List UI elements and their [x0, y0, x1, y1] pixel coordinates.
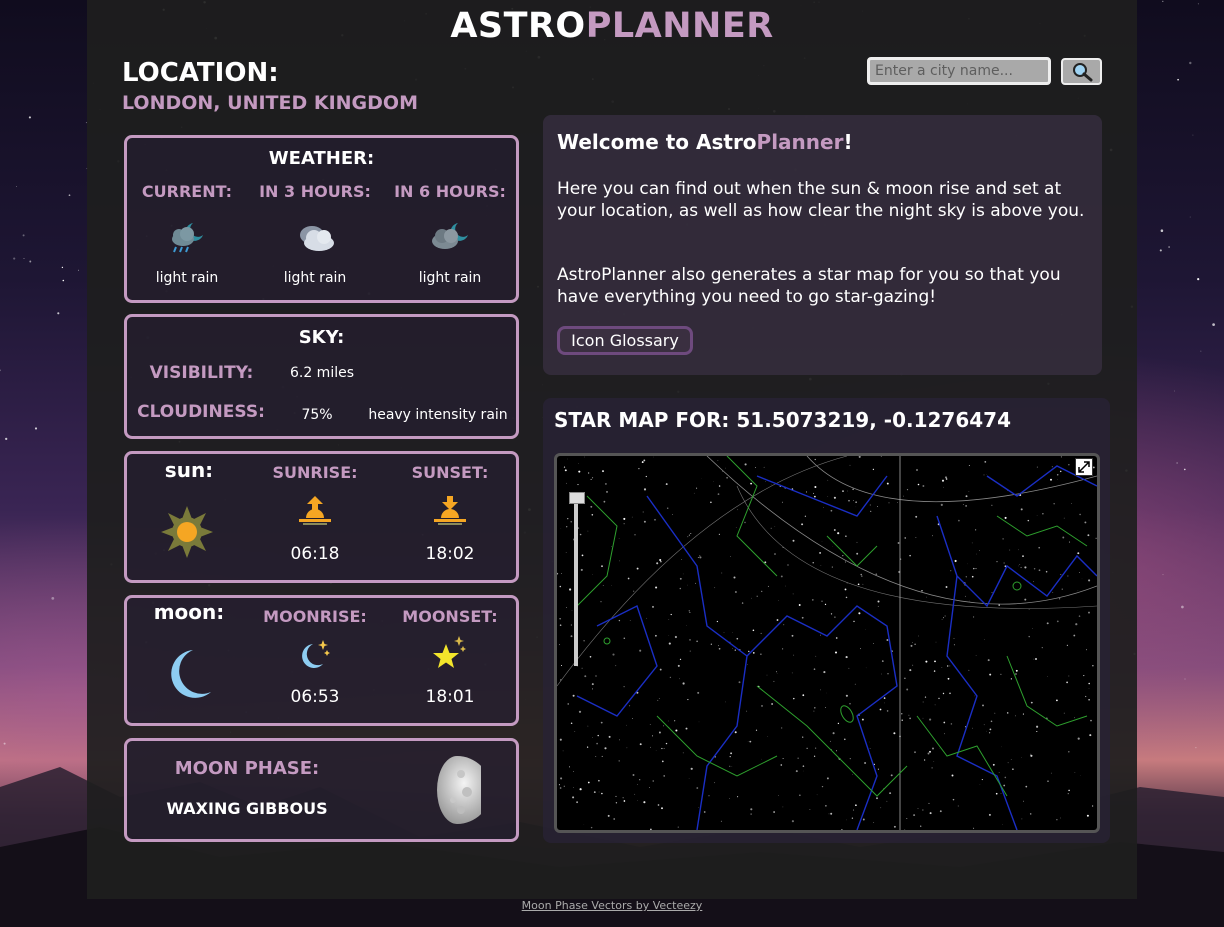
- weather-3h-desc: light rain: [283, 270, 347, 286]
- city-search-input[interactable]: [867, 57, 1051, 85]
- search-icon: [1072, 62, 1092, 81]
- fullscreen-icon: [1078, 461, 1090, 473]
- welcome-title-end: !: [843, 130, 853, 154]
- location-value: LONDON, UNITED KINGDOM: [122, 92, 418, 114]
- sky-heading: SKY:: [298, 327, 345, 348]
- welcome-title: Welcome to AstroPlanner!: [557, 130, 853, 154]
- welcome-paragraph-2: AstroPlanner also generates a star map f…: [557, 265, 1061, 307]
- zoom-slider-track[interactable]: [574, 504, 578, 666]
- sun-icon: [161, 506, 213, 558]
- footer-link[interactable]: Moon Phase Vectors by Vecteezy: [522, 899, 703, 912]
- cloudiness-label: CLOUDINESS:: [137, 402, 265, 422]
- app-title-astro: ASTRO: [450, 6, 586, 46]
- star-map-panel: STAR MAP FOR: 51.5073219, -0.1276474: [543, 398, 1110, 843]
- weather-3h-label: IN 3 HOURS:: [259, 182, 371, 201]
- visibility-value: 6.2 miles: [289, 365, 355, 381]
- star-map[interactable]: [554, 453, 1100, 833]
- search-button[interactable]: [1061, 58, 1102, 85]
- sun-card: sun: SUNRISE: SUNSET: 06:18 18:02: [124, 451, 519, 583]
- moonset-time: 18:01: [425, 687, 475, 707]
- sunrise-label: SUNRISE:: [272, 463, 358, 482]
- app-title-planner: PLANNER: [585, 6, 774, 46]
- moon-phase-icon: [437, 756, 481, 824]
- main-panel: ASTROPLANNER LOCATION: LONDON, UNITED KI…: [87, 0, 1137, 899]
- moon-phase-label: MOON PHASE:: [174, 758, 320, 779]
- moon-heading: moon:: [153, 600, 225, 624]
- weather-card: WEATHER: CURRENT: IN 3 HOURS: IN 6 HOURS…: [124, 135, 519, 303]
- sunrise-time: 06:18: [290, 544, 340, 564]
- sky-card: SKY: VISIBILITY: 6.2 miles CLOUDINESS: 7…: [124, 314, 519, 439]
- moonrise-time: 06:53: [290, 687, 340, 707]
- night-cloud-icon: [432, 223, 468, 249]
- star-map-title: STAR MAP FOR: 51.5073219, -0.1276474: [554, 408, 1011, 432]
- app-title: ASTROPLANNER: [87, 6, 1137, 46]
- crescent-moon-icon: [171, 650, 211, 698]
- moon-phase-value: WAXING GIBBOUS: [166, 799, 328, 818]
- moonset-icon: [433, 636, 466, 668]
- sunset-icon: [434, 496, 466, 525]
- icon-glossary-button[interactable]: Icon Glossary: [557, 326, 693, 355]
- welcome-panel: Welcome to AstroPlanner! Here you can fi…: [543, 115, 1102, 375]
- sky-description: heavy intensity rain: [368, 407, 508, 423]
- weather-current-desc: light rain: [155, 270, 219, 286]
- moonrise-icon: [302, 640, 330, 668]
- sunset-label: SUNSET:: [411, 463, 489, 482]
- moon-phase-card: MOON PHASE: WAXING GIBBOUS: [124, 738, 519, 842]
- welcome-title-planner: Planner: [756, 130, 844, 154]
- weather-6h-label: IN 6 HOURS:: [394, 182, 506, 201]
- fullscreen-button[interactable]: [1075, 458, 1093, 476]
- visibility-label: VISIBILITY:: [149, 363, 254, 383]
- weather-6h-desc: light rain: [418, 270, 482, 286]
- cloudiness-value: 75%: [301, 407, 333, 423]
- star-map-canvas[interactable]: [557, 456, 1097, 830]
- cloud-icon: [300, 226, 334, 251]
- moon-card: moon: MOONRISE: MOONSET: 06:53 18:01: [124, 595, 519, 726]
- sunset-time: 18:02: [425, 544, 475, 564]
- night-rain-cloud-icon: [172, 223, 203, 253]
- weather-heading: WEATHER:: [268, 148, 375, 169]
- moonset-label: MOONSET:: [402, 607, 498, 626]
- weather-current-label: CURRENT:: [141, 182, 233, 201]
- welcome-paragraph-1: Here you can find out when the sun & moo…: [557, 179, 1085, 221]
- sun-heading: sun:: [164, 458, 214, 482]
- welcome-title-part: Welcome to Astro: [557, 130, 757, 154]
- location-heading: LOCATION:: [122, 58, 279, 88]
- footer-credit[interactable]: Moon Phase Vectors by Vecteezy: [0, 899, 1224, 912]
- sunrise-icon: [299, 496, 331, 525]
- zoom-out-handle[interactable]: [569, 492, 585, 504]
- moonrise-label: MOONRISE:: [263, 607, 367, 626]
